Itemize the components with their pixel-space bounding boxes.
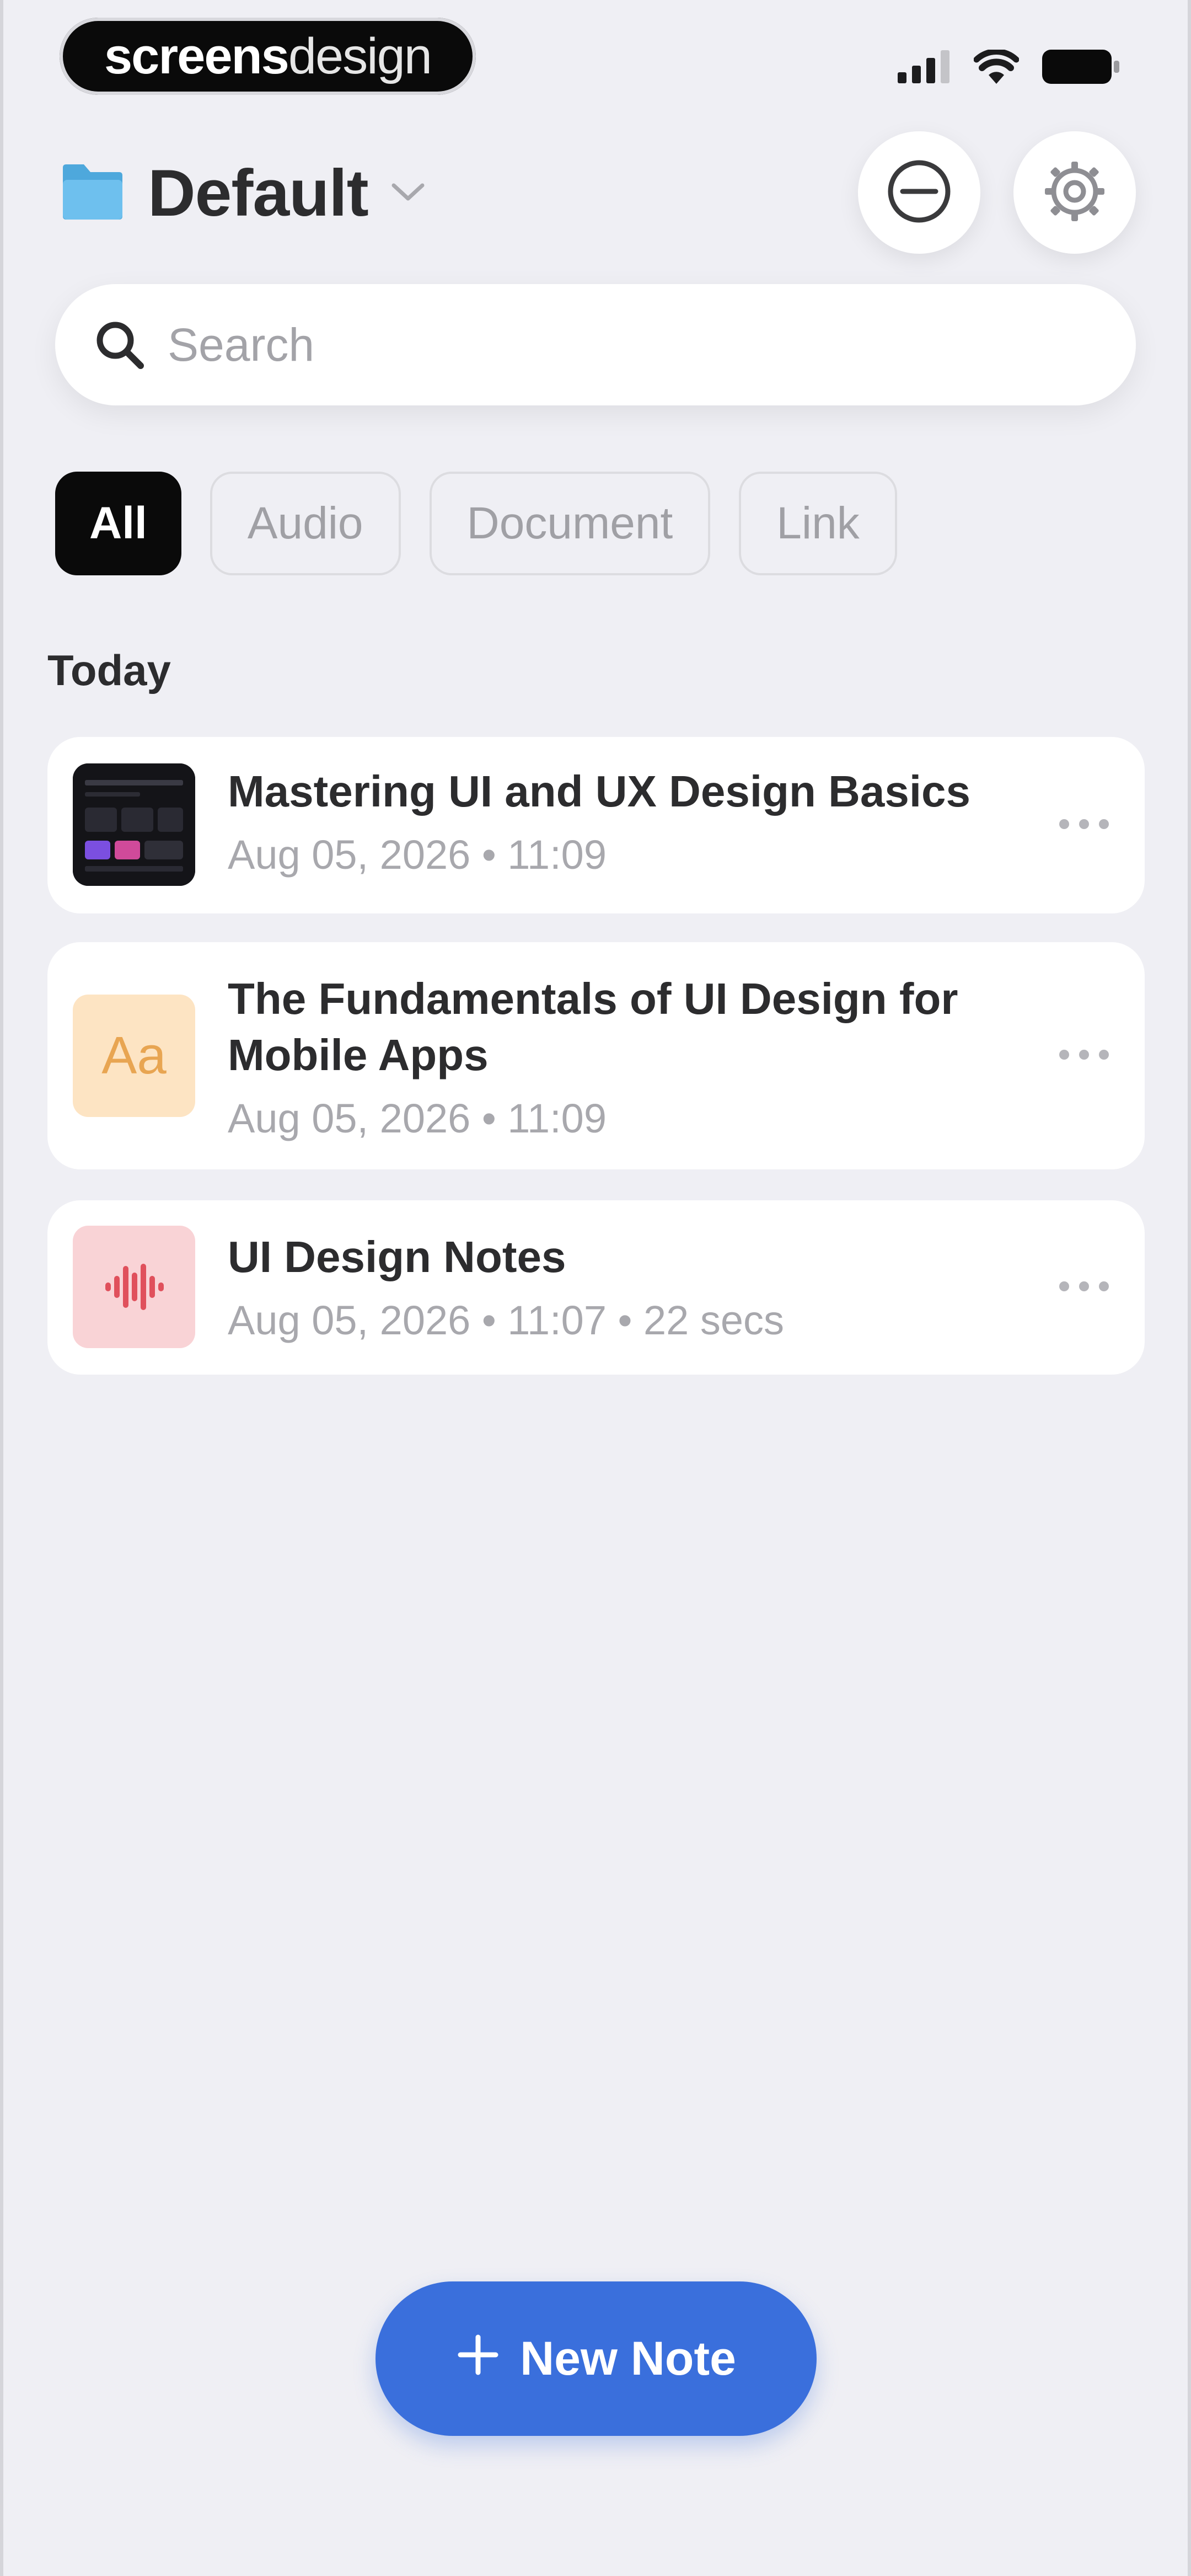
note-card[interactable]: UI Design Notes Aug 05, 2026 • 11:07 • 2… xyxy=(47,1200,1145,1375)
new-note-button[interactable]: New Note xyxy=(375,2281,817,2436)
brand-logo: screensdesign xyxy=(60,18,476,95)
note-meta: Aug 05, 2026 • 11:09 xyxy=(228,1095,607,1141)
folder-selector[interactable]: Default xyxy=(60,156,426,230)
note-meta: Aug 05, 2026 • 11:09 xyxy=(228,832,607,878)
filter-chip-link[interactable]: Link xyxy=(739,472,897,575)
filter-chips: All Audio Document Link xyxy=(55,472,897,578)
cellular-signal-icon xyxy=(898,50,951,83)
filter-chip-document[interactable]: Document xyxy=(429,472,711,575)
brand-light: design xyxy=(288,28,432,84)
minus-circle-icon xyxy=(886,158,952,227)
more-options-button[interactable] xyxy=(1045,1249,1123,1326)
note-text: Mastering UI and UX Design Basics Aug 05… xyxy=(228,763,1018,880)
note-text: The Fundamentals of UI Design for Mobile… xyxy=(228,971,1018,1144)
more-horizontal-icon xyxy=(1058,1280,1110,1296)
new-note-label: New Note xyxy=(520,2332,736,2385)
image-thumbnail xyxy=(73,763,195,886)
gear-icon xyxy=(1044,161,1106,225)
brand-bold: screens xyxy=(104,28,289,84)
note-card[interactable]: Mastering UI and UX Design Basics Aug 05… xyxy=(47,737,1145,913)
note-meta: Aug 05, 2026 • 11:07 • 22 secs xyxy=(228,1297,785,1343)
status-bar: screensdesign xyxy=(0,0,1191,121)
more-options-button[interactable] xyxy=(1045,787,1123,864)
header: Default xyxy=(0,127,1191,259)
document-thumb-text: Aa xyxy=(101,1026,167,1085)
folder-icon xyxy=(60,163,126,223)
notes-screen: screensdesign Default Search All Audio D… xyxy=(0,0,1191,2576)
note-card[interactable]: Aa The Fundamentals of UI Design for Mob… xyxy=(47,942,1145,1169)
screen-edge-left xyxy=(0,0,3,2576)
note-title: UI Design Notes xyxy=(228,1232,566,1281)
note-text: UI Design Notes Aug 05, 2026 • 11:07 • 2… xyxy=(228,1229,1018,1346)
note-title: Mastering UI and UX Design Basics xyxy=(228,767,971,816)
screen-edge-right xyxy=(1188,0,1191,2576)
more-horizontal-icon xyxy=(1058,817,1110,833)
select-mode-button[interactable] xyxy=(858,131,980,254)
battery-icon xyxy=(1042,50,1119,84)
wifi-icon xyxy=(974,50,1019,84)
search-icon xyxy=(89,314,150,375)
search-input[interactable] xyxy=(167,317,1079,372)
audio-waveform-icon xyxy=(73,1226,195,1348)
plus-icon xyxy=(456,2326,500,2387)
filter-chip-audio[interactable]: Audio xyxy=(210,472,401,575)
status-icons xyxy=(898,50,1119,84)
more-horizontal-icon xyxy=(1058,1048,1110,1064)
folder-title: Default xyxy=(148,156,369,230)
chevron-down-icon xyxy=(390,181,426,206)
section-label-today: Today xyxy=(47,646,171,694)
document-icon: Aa xyxy=(73,995,195,1117)
note-title: The Fundamentals of UI Design for Mobile… xyxy=(228,974,958,1079)
more-options-button[interactable] xyxy=(1045,1017,1123,1094)
filter-chip-all[interactable]: All xyxy=(55,472,181,575)
search-bar[interactable] xyxy=(55,284,1136,405)
settings-button[interactable] xyxy=(1013,131,1136,254)
